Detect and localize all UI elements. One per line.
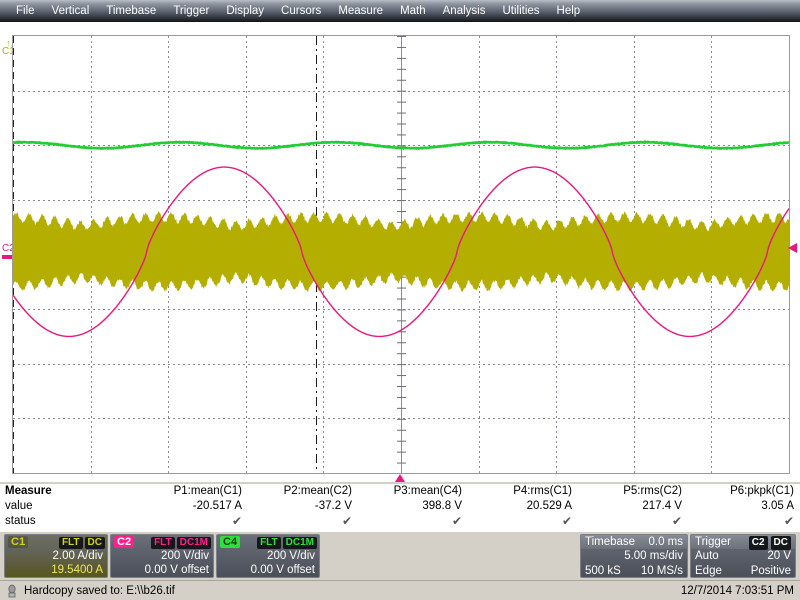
measure-row-label-value: value: [5, 500, 33, 512]
trace-c4: [13, 140, 789, 151]
c4-flags: FLT DC1M: [255, 536, 317, 549]
channel-descriptor-c4[interactable]: C4 FLT DC1M 200 V/div 0.00 V offset: [216, 534, 320, 578]
c2-flags: FLT DC1M: [149, 536, 211, 549]
trigger-position-marker-icon[interactable]: [395, 474, 405, 482]
c4-scale[interactable]: 200 V/div: [267, 549, 315, 563]
timebase-scale[interactable]: 5.00 ms/div: [624, 549, 683, 564]
c1-flag-flt[interactable]: FLT: [58, 537, 83, 549]
c2-flag-coupling[interactable]: DC1M: [176, 537, 211, 549]
trigger-slope[interactable]: Positive: [751, 564, 791, 577]
measure-header-p5[interactable]: P5:rms(C2): [572, 484, 682, 498]
measure-header-p2[interactable]: P2:mean(C2): [242, 484, 352, 498]
menu-item-timebase[interactable]: Timebase: [98, 5, 165, 17]
measure-status-p2: ✔: [341, 514, 352, 528]
trigger-coupling[interactable]: DC: [770, 536, 791, 550]
c1-descriptor-header: C1 FLT DC: [5, 535, 107, 549]
c1-scale[interactable]: 2.00 A/div: [52, 549, 103, 563]
oscilloscope-screen: File Vertical Timebase Trigger Display Cursor…: [0, 0, 800, 600]
timebase-memory[interactable]: 500 kS: [585, 564, 621, 577]
measure-header-p3[interactable]: P3:mean(C4): [352, 484, 462, 498]
menu-item-cursors[interactable]: Cursors: [273, 5, 330, 17]
trigger-source-chips: C2 DC: [746, 535, 791, 550]
trigger-source[interactable]: C2: [748, 536, 768, 550]
menu-item-vertical[interactable]: Vertical: [44, 5, 99, 17]
trigger-descriptor[interactable]: Trigger C2 DC Auto 20 V Edge Positive: [690, 534, 796, 578]
channel-descriptor-c1[interactable]: C1 FLT DC 2.00 A/div 19.5400 A: [4, 534, 108, 578]
c1-flag-coupling[interactable]: DC: [84, 537, 105, 549]
menu-item-help[interactable]: Help: [549, 5, 590, 17]
measure-header-p6[interactable]: P6:pkpk(C1): [682, 484, 794, 498]
status-timestamp: 12/7/2014 7:03:51 PM: [680, 585, 794, 597]
measure-row-label-status: status: [5, 515, 36, 527]
menu-item-measure[interactable]: Measure: [330, 5, 392, 17]
measure-row-label-measure: Measure: [5, 485, 52, 497]
trigger-type[interactable]: Edge: [695, 564, 722, 577]
measure-header-p4[interactable]: P4:rms(C1): [462, 484, 572, 498]
measure-header-row: Measure P1:mean(C1) P2:mean(C2) P3:mean(…: [0, 484, 800, 499]
trace-c1: [13, 211, 789, 293]
measure-header-p1[interactable]: P1:mean(C1): [132, 484, 242, 498]
c4-flag-coupling[interactable]: DC1M: [282, 537, 317, 549]
waveform-area: ↑ C1 C2: [0, 22, 800, 482]
measure-value-p3: 398.8 V: [422, 500, 462, 512]
measure-status-p5: ✔: [671, 514, 682, 528]
c2-scale[interactable]: 200 V/div: [161, 549, 209, 563]
c1-offset[interactable]: 19.5400 A: [51, 563, 103, 577]
timebase-sample-rate[interactable]: 10 MS/s: [641, 564, 683, 577]
menu-item-file[interactable]: File: [8, 5, 44, 17]
measure-value-p4: 20.529 A: [526, 500, 572, 512]
menu-item-utilities[interactable]: Utilities: [494, 5, 548, 17]
menu-item-math[interactable]: Math: [392, 5, 435, 17]
menu-bar: File Vertical Timebase Trigger Display Cursor…: [0, 0, 800, 22]
measure-table: Measure P1:mean(C1) P2:mean(C2) P3:mean(…: [0, 484, 800, 532]
c4-tag[interactable]: C4: [220, 536, 241, 548]
trigger-header: Trigger C2 DC: [691, 535, 795, 550]
c2-offset[interactable]: 0.00 V offset: [145, 563, 209, 577]
c4-flag-flt[interactable]: FLT: [257, 537, 281, 549]
trigger-level-marker-icon[interactable]: [788, 243, 797, 253]
trigger-level[interactable]: 20 V: [767, 549, 791, 564]
timebase-header: Timebase 0.0 ms: [581, 535, 687, 549]
measure-value-p1: -20.517 A: [192, 500, 242, 512]
channel-descriptor-c2[interactable]: C2 FLT DC1M 200 V/div 0.00 V offset: [110, 534, 214, 578]
status-message: Hardcopy saved to: E:\\b26.tif: [24, 585, 175, 597]
measure-status-p4: ✔: [561, 514, 572, 528]
timebase-title: Timebase: [585, 536, 636, 548]
measure-status-p1: ✔: [231, 514, 242, 528]
measure-status-p3: ✔: [451, 514, 462, 528]
trigger-mode[interactable]: Auto: [695, 549, 719, 564]
waveform-traces: [13, 140, 789, 338]
c1-flags: FLT DC: [57, 536, 105, 549]
c2-descriptor-header: C2 FLT DC1M: [111, 535, 213, 549]
measure-status-p6: ✔: [783, 514, 794, 528]
c4-descriptor-header: C4 FLT DC1M: [217, 535, 319, 549]
c4-offset[interactable]: 0.00 V offset: [251, 563, 315, 577]
menu-item-trigger[interactable]: Trigger: [165, 5, 218, 17]
measure-value-p6: 3.05 A: [761, 500, 794, 512]
c1-tag[interactable]: C1: [8, 536, 29, 548]
measure-status-row: status ✔ ✔ ✔ ✔ ✔ ✔: [0, 514, 800, 529]
measure-value-p2: -37.2 V: [314, 500, 352, 512]
trigger-title: Trigger: [695, 536, 731, 548]
hardcopy-icon: [8, 584, 16, 598]
menu-item-analysis[interactable]: Analysis: [435, 5, 495, 17]
timebase-descriptor[interactable]: Timebase 0.0 ms 5.00 ms/div 500 kS 10 MS…: [580, 534, 688, 578]
status-bar: Hardcopy saved to: E:\\b26.tif 12/7/2014…: [0, 580, 800, 600]
measure-value-p5: 217.4 V: [642, 500, 682, 512]
graticule-grid[interactable]: [12, 35, 790, 474]
menu-item-display[interactable]: Display: [218, 5, 273, 17]
timebase-delay[interactable]: 0.0 ms: [648, 535, 683, 549]
measure-value-row: value -20.517 A -37.2 V 398.8 V 20.529 A…: [0, 499, 800, 514]
c2-tag[interactable]: C2: [114, 536, 135, 548]
c2-flag-flt[interactable]: FLT: [151, 537, 175, 549]
